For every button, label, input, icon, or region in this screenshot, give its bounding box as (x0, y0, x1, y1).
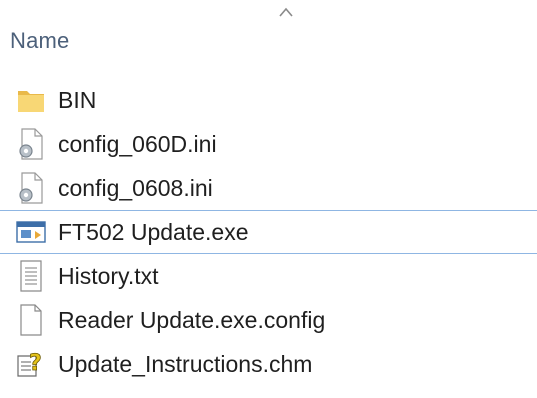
text-file-icon (12, 257, 50, 295)
config-file-icon (12, 125, 50, 163)
blank-file-icon (12, 301, 50, 339)
file-row-update-instructions[interactable]: ? Update_Instructions.chm (0, 342, 537, 386)
column-header: Name (0, 0, 537, 78)
chevron-up-icon[interactable] (278, 6, 294, 18)
config-file-icon (12, 169, 50, 207)
file-name: Reader Update.exe.config (58, 306, 326, 333)
folder-icon (12, 81, 50, 119)
name-column-header[interactable]: Name (10, 28, 70, 54)
file-row-reader-update-config[interactable]: Reader Update.exe.config (0, 298, 537, 342)
file-row-bin[interactable]: BIN (0, 78, 537, 122)
file-name: BIN (58, 86, 97, 113)
file-row-ft502-update[interactable]: FT502 Update.exe (0, 210, 537, 254)
file-row-config-060d[interactable]: config_060D.ini (0, 122, 537, 166)
file-row-history[interactable]: History.txt (0, 254, 537, 298)
file-name: config_0608.ini (58, 174, 213, 201)
application-icon (12, 213, 50, 251)
file-name: FT502 Update.exe (58, 218, 249, 245)
file-row-config-0608[interactable]: config_0608.ini (0, 166, 537, 210)
help-file-icon: ? (12, 345, 50, 383)
file-name: History.txt (58, 262, 159, 289)
svg-text:?: ? (29, 351, 42, 376)
file-name: Update_Instructions.chm (58, 350, 313, 377)
file-name: config_060D.ini (58, 130, 217, 157)
